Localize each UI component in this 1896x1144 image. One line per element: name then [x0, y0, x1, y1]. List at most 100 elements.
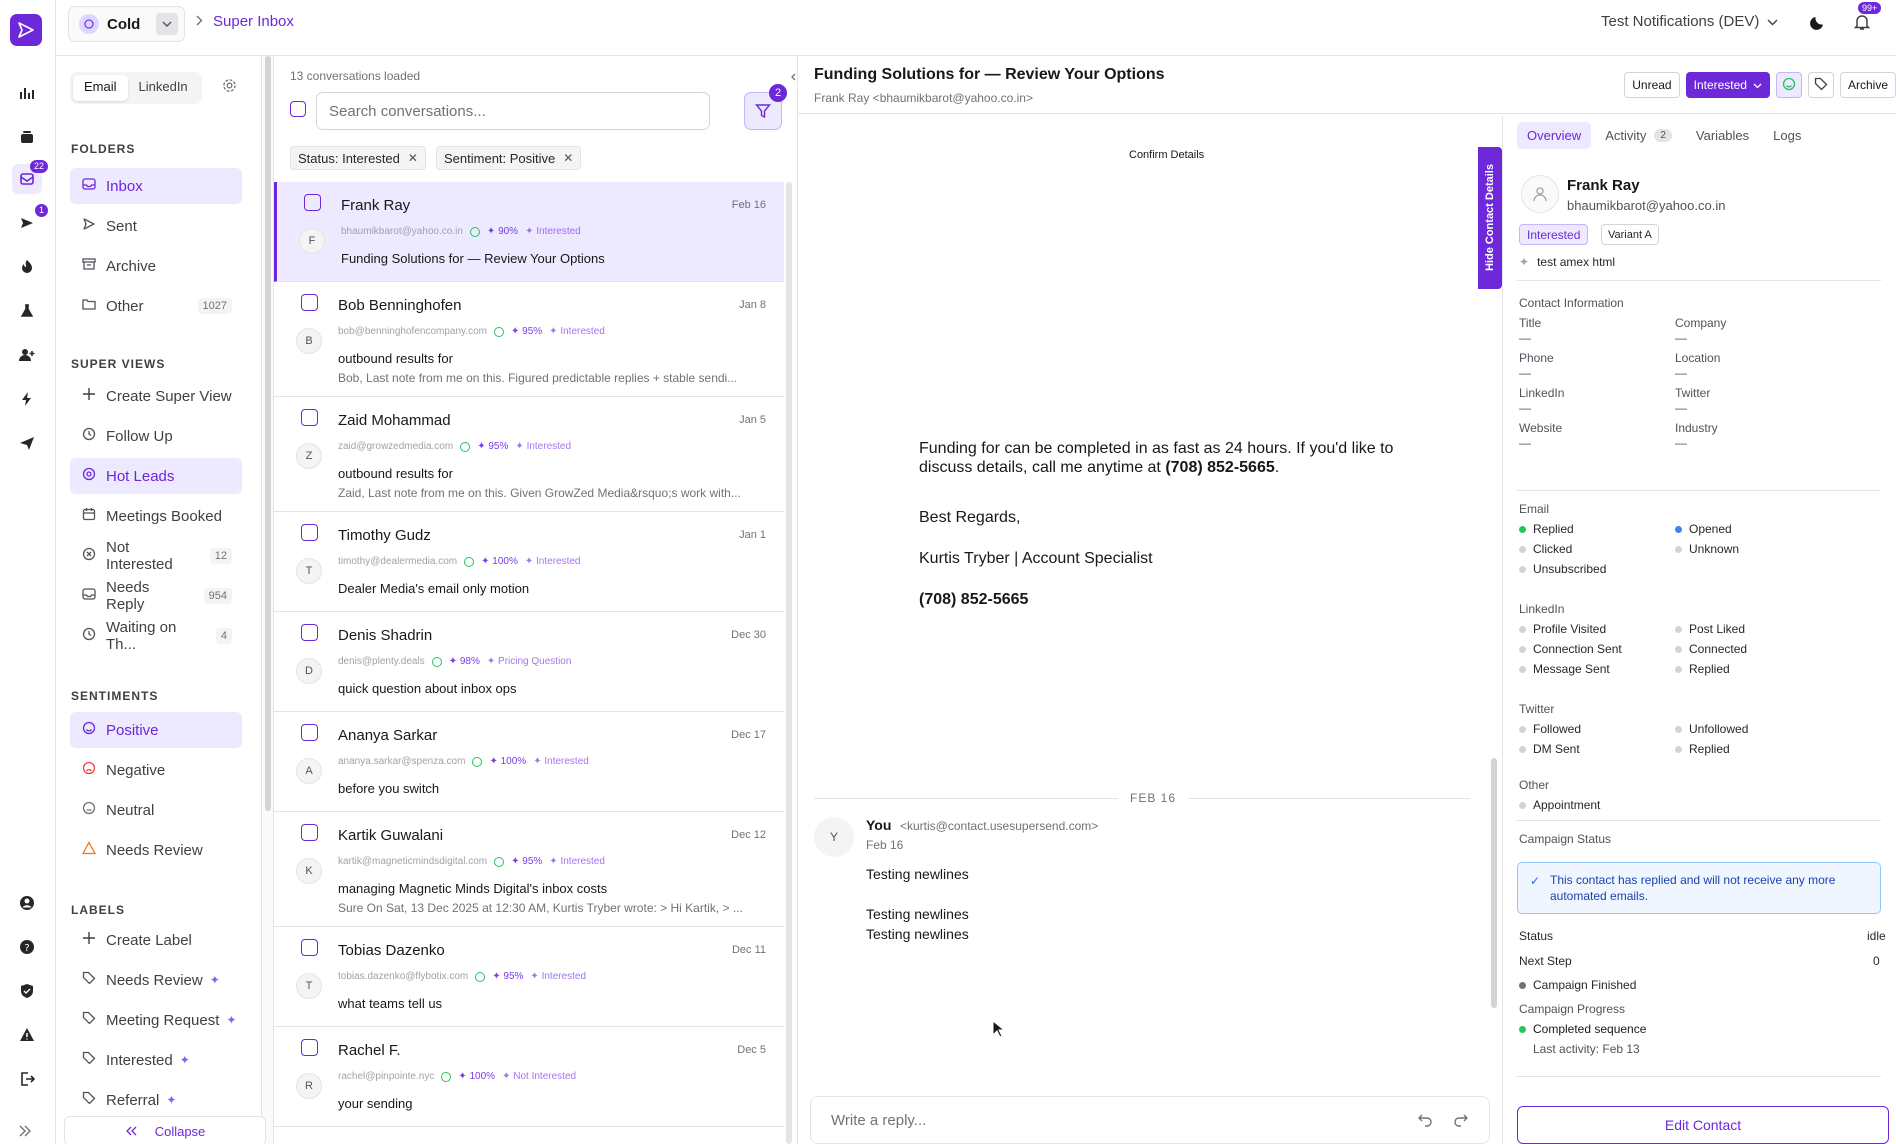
breadcrumb-current[interactable]: Super Inbox	[213, 13, 294, 30]
account-switcher[interactable]: Test Notifications (DEV)	[1601, 13, 1778, 30]
sidebar-item-inbox[interactable]: Inbox	[70, 168, 242, 204]
sidebar-item-neutral[interactable]: Neutral	[70, 792, 242, 828]
create-label-button[interactable]: Create Label	[70, 922, 242, 958]
row-checkbox[interactable]	[301, 824, 318, 841]
sidebar-item-meetings-booked[interactable]: Meetings Booked	[70, 498, 242, 534]
filter-chip-status[interactable]: Status: Interested ✕	[290, 146, 426, 170]
moon-icon[interactable]	[1808, 12, 1828, 35]
row-checkbox[interactable]	[301, 409, 318, 426]
workspace-switcher[interactable]: Cold	[68, 6, 185, 42]
sidebar-item-needs-review[interactable]: Needs Review	[70, 832, 242, 868]
row-checkbox[interactable]	[304, 194, 321, 211]
reply-line	[866, 884, 969, 904]
sentiment-button[interactable]	[1775, 72, 1802, 98]
filter-button[interactable]: 2	[744, 84, 787, 130]
label-needs-review[interactable]: Needs Review ✦	[70, 962, 242, 998]
send-icon[interactable]: 1	[12, 204, 48, 238]
flask-icon[interactable]	[12, 296, 42, 326]
row-checkbox[interactable]	[301, 294, 318, 311]
row-checkbox[interactable]	[301, 624, 318, 641]
scrollbar-thumb[interactable]	[786, 182, 792, 1144]
sidebar-item-negative[interactable]: Negative	[70, 752, 242, 788]
row-name: Zaid Mohammad	[338, 412, 451, 429]
sidebar-item-hot-leads[interactable]: Hot Leads	[70, 458, 242, 494]
tab-activity[interactable]: Activity 2	[1595, 122, 1682, 149]
bar-chart-icon[interactable]	[12, 78, 42, 108]
list-scrollbar[interactable]	[784, 182, 794, 1144]
tab-overview[interactable]: Overview	[1517, 122, 1592, 149]
label-referral[interactable]: Referral ✦	[70, 1082, 242, 1118]
stack-icon[interactable]	[12, 122, 42, 152]
stat-label: Opened	[1689, 522, 1732, 536]
table-row[interactable]: Rachel F. Dec 5 Rrachel@pinpointe.nyc ✦ 100…	[274, 1027, 784, 1127]
lightning-icon[interactable]	[12, 384, 42, 414]
row-checkbox[interactable]	[301, 724, 318, 741]
close-icon[interactable]: ✕	[408, 151, 418, 165]
reply-input[interactable]: Write a reply...	[810, 1096, 1490, 1144]
field-value: —	[1675, 366, 1687, 380]
gear-icon[interactable]	[222, 78, 237, 96]
flame-icon[interactable]	[12, 252, 42, 282]
table-row[interactable]: Zaid Mohammad Jan 5 Zzaid@growzedmedia.com…	[274, 397, 784, 512]
hide-contact-details-tab[interactable]: Hide Contact Details	[1478, 147, 1502, 289]
expand-chevrons-icon[interactable]	[18, 1124, 32, 1140]
sidebar-item-not-interested[interactable]: Not Interested 12	[70, 538, 242, 574]
edit-contact-button[interactable]: Edit Contact	[1517, 1106, 1889, 1144]
add-user-icon[interactable]	[12, 340, 42, 370]
tab-logs[interactable]: Logs	[1763, 122, 1811, 149]
create-super-view-button[interactable]: Create Super View	[70, 378, 242, 414]
sidebar-scrollbar[interactable]	[262, 56, 274, 1144]
logo-icon[interactable]	[10, 14, 42, 46]
row-checkbox[interactable]	[301, 524, 318, 541]
table-row[interactable]: Kartik Guwalani Dec 12 Kkartik@magneticmin…	[274, 812, 784, 927]
sidebar-item-follow-up[interactable]: Follow Up	[70, 418, 242, 454]
archive-button[interactable]: Archive	[1839, 72, 1896, 98]
sidebar-item-archive[interactable]: Archive	[70, 248, 242, 284]
help-icon[interactable]: ?	[12, 932, 42, 962]
smile-icon	[472, 756, 483, 767]
campaign-link[interactable]: ✦ test amex html	[1519, 255, 1615, 269]
next-step-value: 0	[1873, 954, 1880, 968]
warning-icon[interactable]	[12, 1020, 42, 1050]
label-meeting-request[interactable]: Meeting Request ✦	[70, 1002, 242, 1038]
inbox-icon[interactable]: 22	[12, 160, 48, 194]
status-dropdown[interactable]: Interested	[1685, 72, 1770, 98]
select-all-checkbox[interactable]	[290, 101, 306, 117]
sidebar-item-waiting[interactable]: Waiting on Th... 4	[70, 618, 242, 654]
row-email: kartik@magneticmindsdigital.com	[338, 856, 488, 867]
undo-icon[interactable]	[1417, 1111, 1433, 1131]
table-row[interactable]: Tobias Dazenko Dec 11 Ttobias.dazenko@flyb…	[274, 927, 784, 1027]
logout-icon[interactable]	[12, 1064, 42, 1094]
unread-button[interactable]: Unread	[1624, 72, 1680, 98]
sidebar-item-other[interactable]: Other 1027	[70, 288, 242, 324]
shield-icon[interactable]	[12, 976, 42, 1006]
tab-variables[interactable]: Variables	[1686, 122, 1759, 149]
bell-icon[interactable]: 99+	[1852, 2, 1882, 35]
row-checkbox[interactable]	[301, 1039, 318, 1056]
label-button[interactable]	[1807, 72, 1834, 98]
sidebar-item-positive[interactable]: Positive	[70, 712, 242, 748]
paper-plane-icon[interactable]	[12, 428, 42, 458]
table-row[interactable]: Ananya Sarkar Dec 17 Aananya.sarkar@spenza…	[274, 712, 784, 812]
sidebar-item-needs-reply[interactable]: Needs Reply 954	[70, 578, 242, 614]
row-checkbox[interactable]	[301, 939, 318, 956]
close-icon[interactable]: ✕	[563, 151, 573, 165]
table-row[interactable]: Bob Benninghofen Jan 8 Bbob@benninghofenco…	[274, 282, 784, 397]
scrollbar-thumb[interactable]	[1491, 758, 1497, 1008]
scrollbar-thumb[interactable]	[265, 56, 271, 811]
filter-chip-sentiment[interactable]: Sentiment: Positive ✕	[436, 146, 582, 170]
icon-rail: 22 1 ?	[0, 0, 56, 1144]
user-circle-icon[interactable]	[12, 888, 42, 918]
table-row[interactable]: Timothy Gudz Jan 1 Ttimothy@dealermedia.co…	[274, 512, 784, 612]
row-name: Bob Benninghofen	[338, 297, 462, 314]
tab-email[interactable]: Email	[73, 75, 128, 101]
label-interested[interactable]: Interested ✦	[70, 1042, 242, 1078]
search-input[interactable]: Search conversations...	[316, 92, 710, 130]
redo-icon[interactable]	[1453, 1111, 1469, 1131]
table-row[interactable]: Denis Shadrin Dec 30 Ddenis@plenty.deals ✦ …	[274, 612, 784, 712]
table-row[interactable]: Frank Ray Feb 16 Fbhaumikbarot@yahoo.co.in…	[274, 182, 784, 282]
chevron-down-icon[interactable]	[156, 13, 178, 35]
tab-linkedin[interactable]: LinkedIn	[128, 75, 199, 101]
collapse-button[interactable]: Collapse	[64, 1116, 266, 1144]
sidebar-item-sent[interactable]: Sent	[70, 208, 242, 244]
